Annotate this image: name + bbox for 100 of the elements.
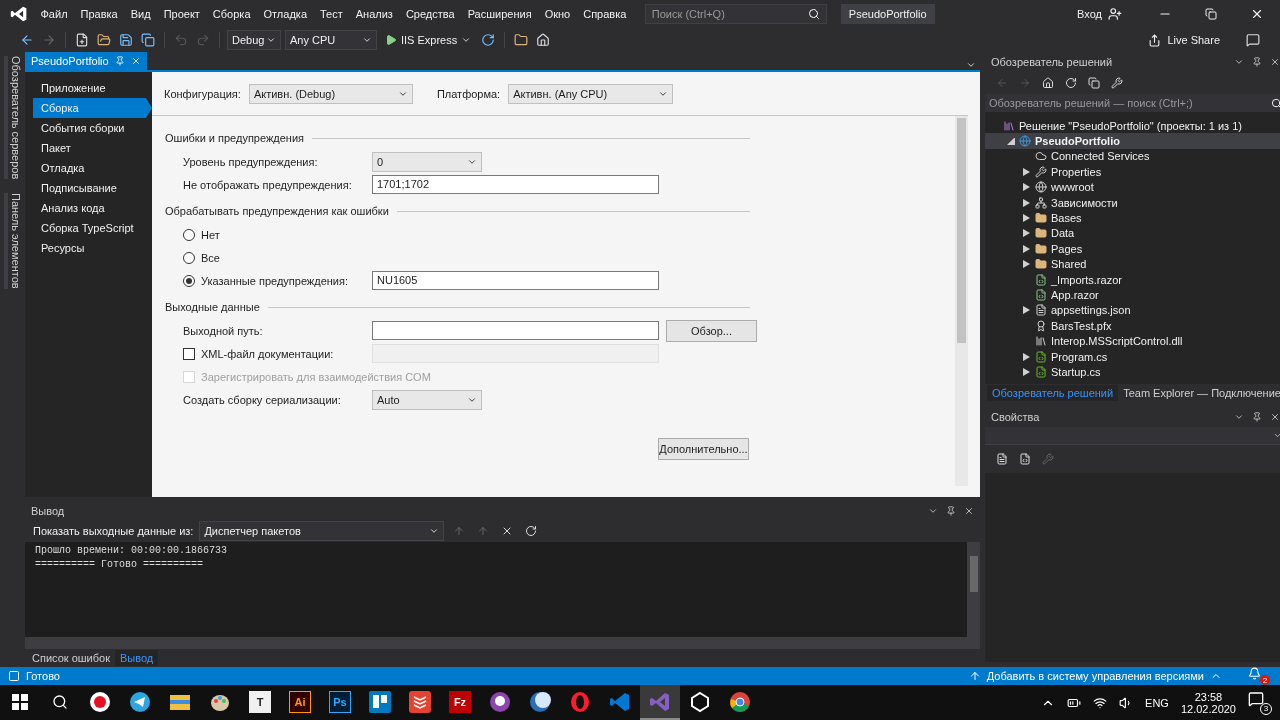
tree-item[interactable]: Connected Services	[985, 148, 1280, 165]
menu-item[interactable]: Окно	[538, 8, 577, 20]
taskbar-app[interactable]: Ai	[280, 685, 320, 720]
menu-item[interactable]: Отладка	[257, 8, 314, 20]
tree-item[interactable]: Program.cs	[985, 348, 1280, 365]
document-tab[interactable]: PseudoPortfolio	[25, 52, 147, 70]
save-all-icon[interactable]	[139, 31, 157, 49]
collapse-icon[interactable]	[1085, 74, 1103, 92]
menu-item[interactable]: Проект	[157, 8, 207, 20]
dropdown[interactable]: 0	[372, 151, 482, 172]
action-center-button[interactable]: 3	[1248, 690, 1272, 715]
checkbox[interactable]	[183, 347, 195, 360]
expander-icon[interactable]	[1023, 367, 1031, 376]
clock[interactable]: 23:58 12.02.2020	[1180, 690, 1236, 715]
menu-item[interactable]: Файл	[34, 8, 75, 20]
input-field[interactable]: NU1605	[372, 271, 659, 290]
menu-item[interactable]: Расширения	[461, 8, 539, 20]
tree-item[interactable]: _Imports.razor	[985, 271, 1280, 288]
expander-icon[interactable]	[1023, 167, 1031, 176]
save-icon[interactable]	[117, 31, 135, 49]
input-field[interactable]: 1701;1702	[372, 175, 659, 194]
output-source-dropdown[interactable]: Диспетчер пакетов	[199, 521, 445, 541]
input-field[interactable]	[372, 321, 659, 340]
nav-item[interactable]: Подписывание	[33, 178, 152, 198]
tree-item[interactable]: wwwroot	[985, 179, 1280, 195]
dropdown-icon[interactable]	[928, 506, 938, 516]
tree-item[interactable]: appsettings.json	[985, 302, 1280, 319]
feedback-icon[interactable]	[1244, 31, 1262, 49]
notifications-button[interactable]: 2	[1248, 667, 1270, 685]
expander-icon[interactable]	[1007, 137, 1015, 146]
expander-icon[interactable]	[1023, 352, 1031, 361]
tree-item[interactable]: Зависимости	[985, 194, 1280, 211]
dropdown[interactable]: Активн. (Debug)	[248, 83, 413, 104]
side-tab[interactable]: Панель элементов	[3, 193, 22, 289]
pin-icon[interactable]	[1251, 57, 1262, 67]
menu-item[interactable]: Сборка	[206, 8, 257, 20]
tree-item[interactable]: Shared	[985, 256, 1280, 272]
nav-item[interactable]: Пакет	[33, 138, 152, 158]
menu-item[interactable]: Анализ	[349, 8, 400, 20]
taskbar-app[interactable]: T	[240, 685, 280, 720]
close-icon[interactable]	[964, 506, 974, 516]
sign-in-button[interactable]: Вход	[1077, 7, 1122, 21]
menu-item[interactable]: Правка	[74, 8, 125, 20]
dropdown-icon[interactable]	[1233, 412, 1244, 422]
search-field[interactable]: Обозреватель решений — поиск (Ctrl+;)	[985, 94, 1280, 112]
run-button[interactable]: IIS Express	[381, 34, 476, 46]
close-icon[interactable]	[1269, 412, 1280, 422]
search-field[interactable]: Поиск (Ctrl+Q)	[644, 4, 827, 24]
wrench-icon[interactable]	[1108, 74, 1126, 92]
close-icon[interactable]	[1269, 57, 1280, 67]
nav-item[interactable]: События сборки	[33, 118, 152, 138]
tree-item[interactable]: Startup.cs	[985, 364, 1280, 380]
panel-tab[interactable]: Вывод	[115, 650, 159, 666]
nav-item[interactable]: Сборка	[33, 98, 152, 118]
expander-icon[interactable]	[1023, 198, 1031, 207]
panel-tab[interactable]: Обозреватель решений	[987, 385, 1119, 401]
scrollbar[interactable]	[25, 637, 980, 649]
source-control-button[interactable]: Добавить в систему управления версиями	[986, 670, 1204, 682]
tab-list-icon[interactable]	[966, 60, 976, 70]
configuration-dropdown[interactable]: Debug	[227, 30, 281, 50]
nav-item[interactable]: Сборка TypeScript	[33, 218, 152, 238]
menu-item[interactable]: Средства	[399, 8, 462, 20]
pin-icon[interactable]	[1251, 412, 1262, 422]
radio-button[interactable]	[183, 274, 195, 287]
pin-icon[interactable]	[946, 506, 956, 516]
tree-item[interactable]: PseudoPortfolio	[985, 133, 1280, 149]
panel-tab[interactable]: Team Explorer — Подключение	[1118, 385, 1280, 401]
tree-item[interactable]: Pages	[985, 241, 1280, 257]
tree-item[interactable]: Properties	[985, 164, 1280, 180]
expander-icon[interactable]	[1023, 183, 1031, 192]
radio-button[interactable]	[183, 251, 195, 264]
side-tab[interactable]: Обозреватель серверов	[3, 56, 22, 180]
tree-item[interactable]: Bases	[985, 210, 1280, 226]
expander-icon[interactable]	[1023, 306, 1031, 315]
advanced-button[interactable]: Дополнительно...	[658, 438, 749, 460]
wifi-icon[interactable]	[1093, 695, 1108, 710]
tree-item[interactable]: Data	[985, 225, 1280, 242]
menu-item[interactable]: Справка	[576, 8, 633, 20]
scrollbar[interactable]	[955, 116, 968, 486]
dropdown[interactable]: Auto	[372, 389, 482, 410]
taskbar-app[interactable]: Fz	[440, 685, 480, 720]
tree-item[interactable]: Решение "PseudoPortfolio" (проекты: 1 из 1)	[985, 118, 1280, 134]
language-indicator[interactable]: ENG	[1145, 696, 1169, 709]
menu-item[interactable]: Вид	[124, 8, 158, 20]
nav-item[interactable]: Ресурсы	[33, 238, 152, 258]
dropdown[interactable]: Активн. (Any CPU)	[508, 83, 674, 104]
nav-item[interactable]: Отладка	[33, 158, 152, 178]
tree-item[interactable]: BarsTest.pfx	[985, 318, 1280, 334]
radio-button[interactable]	[183, 228, 195, 241]
live-share-button[interactable]: Live Share	[1148, 33, 1220, 47]
taskbar-app[interactable]: Ps	[320, 685, 360, 720]
browse-button[interactable]: Обзор...	[666, 319, 757, 342]
nav-item[interactable]: Анализ кода	[33, 198, 152, 218]
menu-item[interactable]: Тест	[313, 8, 350, 20]
scrollbar[interactable]	[967, 542, 980, 637]
tree-item[interactable]: App.razor	[985, 287, 1280, 303]
nav-item[interactable]: Приложение	[33, 78, 152, 98]
platform-dropdown[interactable]: Any CPU	[285, 30, 377, 50]
dropdown-icon[interactable]	[1233, 57, 1244, 67]
panel-tab[interactable]: Список ошибок	[27, 650, 115, 666]
